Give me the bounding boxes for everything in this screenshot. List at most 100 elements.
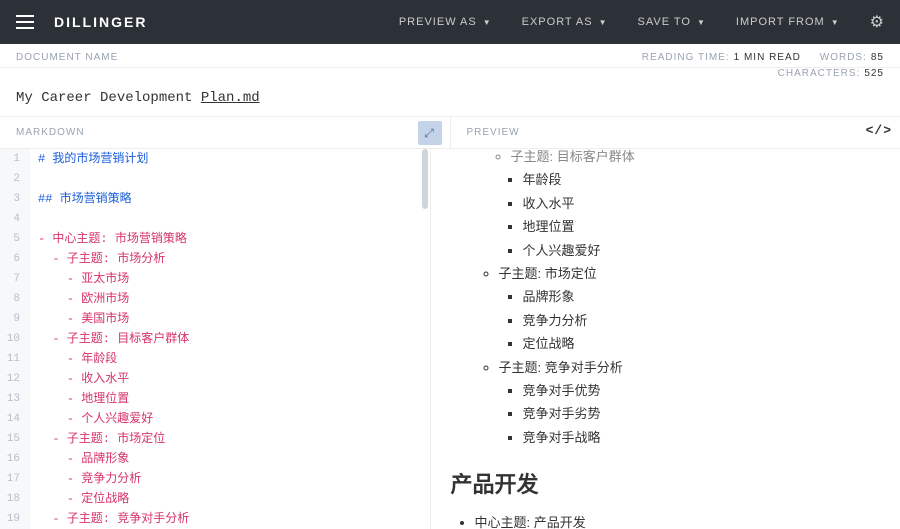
preview-list-item: 子主题: 市场定位 [499,262,881,285]
line-number: 1 [0,149,30,169]
document-name-input[interactable]: My Career Development Plan.md [16,90,260,106]
preview-list-item: 子主题: 目标客户群体 [511,149,881,168]
editor-line[interactable]: 18 - 定位战略 [0,489,430,509]
preview-heading: 产品开发 [451,467,881,499]
export-as-menu[interactable]: EXPORT AS ▼ [522,16,608,28]
line-code: - 品牌形象 [30,449,129,469]
editor-line[interactable]: 4 [0,209,430,229]
editor-line[interactable]: 2 [0,169,430,189]
editor-line[interactable]: 3## 市场营销策略 [0,189,430,209]
line-number: 18 [0,489,30,509]
panels-header: MARKDOWN ⤢ PREVIEW </> [0,117,900,149]
line-code: - 子主题: 竞争对手分析 [30,509,189,529]
line-number: 6 [0,249,30,269]
chevron-down-icon: ▼ [831,18,840,27]
line-number: 13 [0,389,30,409]
characters-value: 525 [864,68,884,79]
editor-line[interactable]: 12 - 收入水平 [0,369,430,389]
editor-line[interactable]: 15 - 子主题: 市场定位 [0,429,430,449]
line-number: 17 [0,469,30,489]
editor-line[interactable]: 11 - 年龄段 [0,349,430,369]
document-stats: READING TIME:1 MIN READ WORDS:85 [642,52,884,63]
preview-list-item: 年龄段 [523,168,881,191]
line-code: - 亚太市场 [30,269,129,289]
preview-list-item: 地理位置 [523,215,881,238]
line-number: 11 [0,349,30,369]
line-number: 2 [0,169,30,189]
editor-line[interactable]: 13 - 地理位置 [0,389,430,409]
chevron-down-icon: ▼ [599,18,608,27]
line-code: - 年龄段 [30,349,117,369]
html-toggle-button[interactable]: </> [866,123,892,138]
line-number: 14 [0,409,30,429]
brand-logo: DILLINGER [54,14,147,30]
markdown-panel-label: MARKDOWN ⤢ [0,117,450,149]
line-number: 10 [0,329,30,349]
document-name-row: My Career Development Plan.md [0,83,900,117]
menu-label: SAVE TO [638,16,691,28]
line-code: - 子主题: 市场定位 [30,429,165,449]
preview-panel-label: PREVIEW </> [450,117,900,149]
line-code: - 收入水平 [30,369,129,389]
preview-list-item: 竞争对手优势 [523,379,881,402]
line-code: # 我的市场营销计划 [30,149,148,169]
preview-pane[interactable]: 子主题: 目标客户群体 年龄段收入水平地理位置个人兴趣爱好 子主题: 市场定位 … [430,149,900,529]
save-to-menu[interactable]: SAVE TO ▼ [638,16,706,28]
line-code: - 个人兴趣爱好 [30,409,153,429]
menu-label: PREVIEW AS [399,16,477,28]
words-value: 85 [871,52,884,63]
editor-line[interactable]: 5- 中心主题: 市场营销策略 [0,229,430,249]
line-number: 16 [0,449,30,469]
line-number: 3 [0,189,30,209]
expand-editor-button[interactable]: ⤢ [418,121,442,145]
preview-list-item: 收入水平 [523,192,881,215]
line-code: ## 市场营销策略 [30,189,132,209]
editor-line[interactable]: 9 - 美国市场 [0,309,430,329]
editor-line[interactable]: 19 - 子主题: 竞争对手分析 [0,509,430,529]
chevron-down-icon: ▼ [697,18,706,27]
line-code: - 中心主题: 市场营销策略 [30,229,187,249]
import-from-menu[interactable]: IMPORT FROM ▼ [736,16,840,28]
line-number: 19 [0,509,30,529]
editor-line[interactable]: 10 - 子主题: 目标客户群体 [0,329,430,349]
line-number: 9 [0,309,30,329]
line-number: 15 [0,429,30,449]
reading-time-value: 1 MIN READ [734,52,801,63]
characters-label: CHARACTERS: [778,68,861,79]
preview-as-menu[interactable]: PREVIEW AS ▼ [399,16,492,28]
line-code: - 欧洲市场 [30,289,129,309]
line-number: 12 [0,369,30,389]
editor-line[interactable]: 7 - 亚太市场 [0,269,430,289]
line-code: - 竞争力分析 [30,469,141,489]
editor-scrollbar[interactable] [422,149,428,209]
line-number: 7 [0,269,30,289]
editor-line[interactable]: 17 - 竞争力分析 [0,469,430,489]
editor-line[interactable]: 6 - 子主题: 市场分析 [0,249,430,269]
preview-list-item: 竞争对手劣势 [523,402,881,425]
preview-list-item: 定位战略 [523,332,881,355]
editor-line[interactable]: 16 - 品牌形象 [0,449,430,469]
line-code: - 子主题: 目标客户群体 [30,329,189,349]
meta-row-2: CHARACTERS:525 [0,68,900,83]
editor-line[interactable]: 1# 我的市场营销计划 [0,149,430,169]
markdown-editor[interactable]: 1# 我的市场营销计划23## 市场营销策略45- 中心主题: 市场营销策略6 … [0,149,430,529]
reading-time-label: READING TIME: [642,52,730,63]
menu-label: IMPORT FROM [736,16,825,28]
gear-icon[interactable]: ⚙ [870,12,884,32]
preview-list-item: 个人兴趣爱好 [523,239,881,262]
menu-label: EXPORT AS [522,16,593,28]
editor-line[interactable]: 14 - 个人兴趣爱好 [0,409,430,429]
preview-list-item: 竞争力分析 [523,309,881,332]
editor-line[interactable]: 8 - 欧洲市场 [0,289,430,309]
line-code: - 定位战略 [30,489,129,509]
line-code: - 美国市场 [30,309,129,329]
line-code: - 地理位置 [30,389,129,409]
hamburger-icon[interactable] [16,15,34,29]
line-number: 4 [0,209,30,229]
line-number: 8 [0,289,30,309]
panels: 1# 我的市场营销计划23## 市场营销策略45- 中心主题: 市场营销策略6 … [0,149,900,529]
meta-row: DOCUMENT NAME READING TIME:1 MIN READ WO… [0,44,900,68]
preview-list-item: 品牌形象 [523,285,881,308]
line-code: - 子主题: 市场分析 [30,249,165,269]
chevron-down-icon: ▼ [483,18,492,27]
